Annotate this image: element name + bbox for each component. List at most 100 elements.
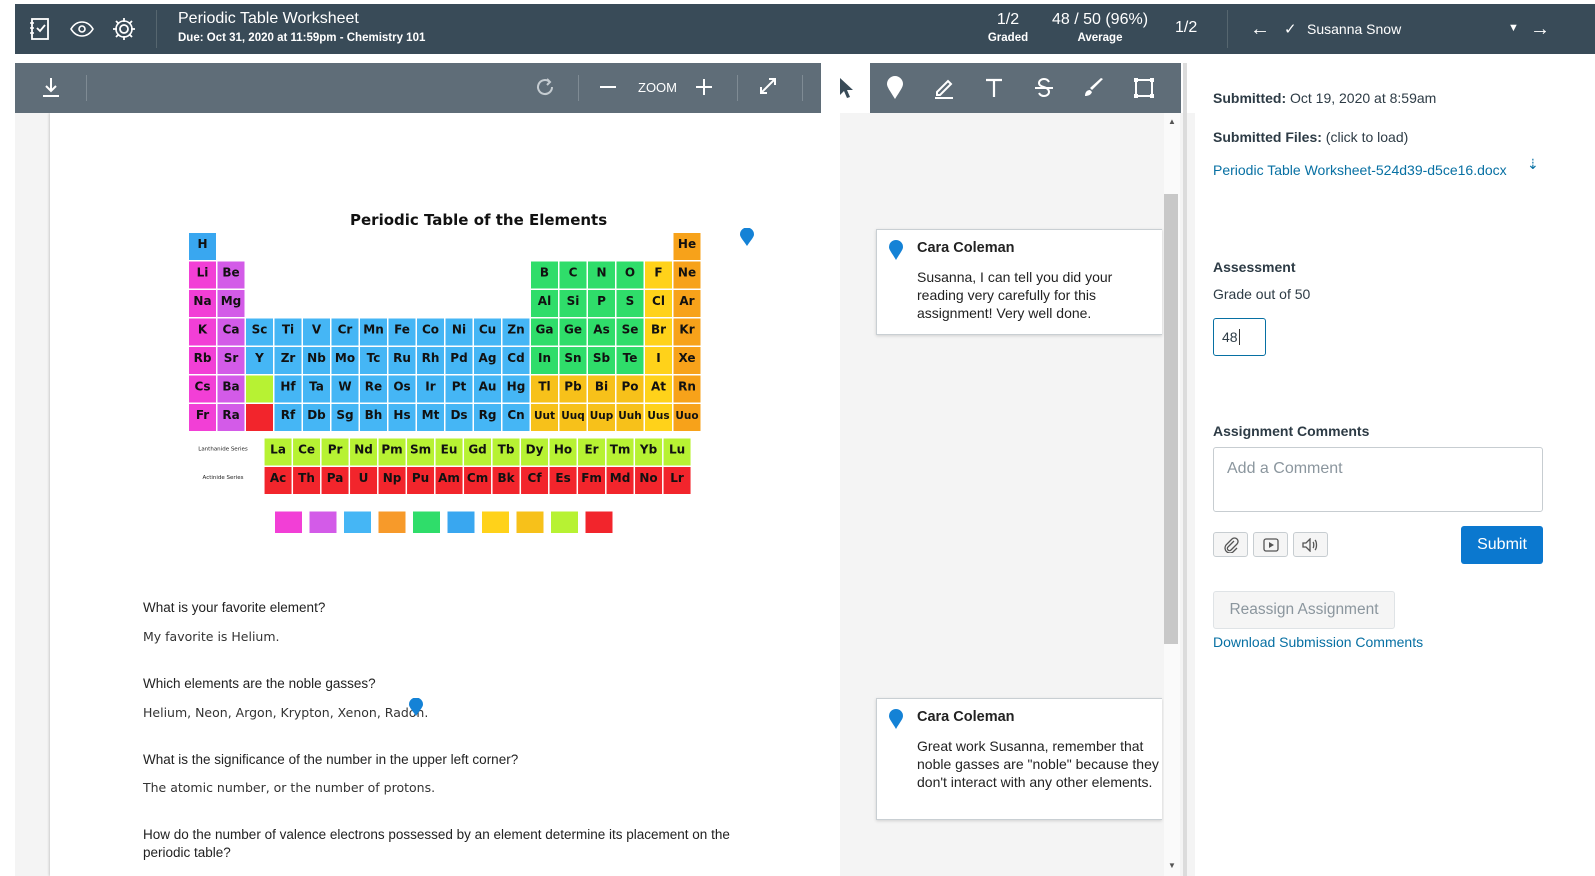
element-symbol: Sn xyxy=(564,351,581,365)
element-symbol: Pm xyxy=(381,443,402,457)
scrollbar-thumb[interactable] xyxy=(1164,194,1178,644)
periodic-table-image: H He Li Be B C N O F Ne Na Mg Al Si P S Cl Ar K Ca Sc Ti V Cr Mn… xyxy=(189,233,701,533)
element-cell: Uuh xyxy=(616,404,644,431)
element-symbol: B xyxy=(540,266,549,280)
zoom-label: ZOOM xyxy=(638,80,677,95)
element-cell: Ni xyxy=(445,318,473,346)
arrow-left-icon[interactable]: ← xyxy=(1250,18,1270,41)
element-cell: At xyxy=(645,375,672,403)
element-symbol: Mn xyxy=(363,323,383,337)
area-icon[interactable] xyxy=(1132,76,1156,100)
zoom-in-icon[interactable] xyxy=(696,79,712,95)
element-cell: In xyxy=(531,347,558,374)
element-symbol: Uus xyxy=(647,410,669,422)
highlight-icon[interactable] xyxy=(932,76,956,100)
download-icon[interactable]: ⇣ xyxy=(1527,156,1539,173)
gear-icon[interactable] xyxy=(111,16,137,42)
element-symbol: Sb xyxy=(593,351,611,365)
element-symbol: Ho xyxy=(554,443,572,457)
element-cell: Tm xyxy=(606,438,634,466)
element-cell: H xyxy=(189,233,216,260)
question-text: What is the significance of the number i… xyxy=(143,752,519,767)
element-symbol: Kr xyxy=(679,323,694,337)
element-cell: Cd xyxy=(502,347,530,374)
element-symbol: Li xyxy=(197,266,209,280)
element-symbol: Nd xyxy=(354,443,373,457)
eye-icon[interactable] xyxy=(69,16,95,42)
element-cell-placeholder xyxy=(246,375,273,403)
element-symbol: U xyxy=(359,471,369,485)
grading-panel: Submitted: Oct 19, 2020 at 8:59am Submit… xyxy=(1213,63,1593,876)
average-label: Average xyxy=(1077,32,1123,44)
comment-author: Cara Coleman xyxy=(917,709,1015,725)
grade-input[interactable]: 48 xyxy=(1213,318,1266,356)
element-cell: Rh xyxy=(417,347,444,374)
element-symbol: Uuq xyxy=(561,410,585,422)
chevron-down-icon[interactable]: ▼ xyxy=(1508,22,1519,34)
panel-resize-handle[interactable] xyxy=(1183,63,1187,876)
element-cell: Pt xyxy=(445,375,473,403)
topbar-divider xyxy=(156,10,157,48)
strikeout-icon[interactable] xyxy=(1032,76,1056,100)
annotation-pin-icon[interactable] xyxy=(740,227,754,246)
media-comment-button[interactable] xyxy=(1253,532,1288,557)
audio-comment-button[interactable] xyxy=(1293,532,1328,557)
element-symbol: Fe xyxy=(394,323,410,337)
freehand-icon[interactable] xyxy=(1082,76,1106,100)
element-cell: Cm xyxy=(464,467,492,494)
element-symbol: Ce xyxy=(298,443,315,457)
annotation-pin-icon[interactable] xyxy=(409,697,423,716)
series-label: Actinide Series xyxy=(203,475,244,481)
scroll-down-icon[interactable]: ▼ xyxy=(1168,861,1176,870)
toolbar-divider xyxy=(737,75,738,101)
submit-comment-button[interactable]: Submit xyxy=(1461,526,1543,564)
download-icon[interactable] xyxy=(41,76,61,98)
text-icon[interactable] xyxy=(982,76,1006,100)
zoom-out-icon[interactable] xyxy=(600,85,616,89)
element-symbol: Ta xyxy=(309,380,324,394)
element-symbol: S xyxy=(626,294,635,308)
legend-swatch xyxy=(585,511,613,533)
element-cell: Md xyxy=(606,467,634,494)
element-symbol: Hs xyxy=(393,408,410,422)
element-symbol: Ru xyxy=(393,351,411,365)
point-annotation-icon[interactable] xyxy=(883,76,907,100)
element-cell: C xyxy=(559,261,587,289)
submitted-files: Submitted Files: (click to load) xyxy=(1213,129,1408,145)
arrow-right-icon[interactable]: → xyxy=(1530,18,1550,41)
annotation-comment-card[interactable]: Cara Coleman Susanna, I can tell you did… xyxy=(876,229,1162,335)
reassign-assignment-button[interactable]: Reassign Assignment xyxy=(1213,591,1395,629)
element-symbol: Cm xyxy=(467,471,488,485)
student-name[interactable]: Susanna Snow xyxy=(1307,21,1401,37)
element-cell: Pr xyxy=(321,438,349,466)
graded-value: 1/2 xyxy=(996,11,1020,28)
element-symbol: Ge xyxy=(564,323,582,337)
element-symbol: Pd xyxy=(450,351,467,365)
element-symbol: Sr xyxy=(224,351,239,365)
element-symbol: Fr xyxy=(196,408,209,422)
rotate-icon[interactable] xyxy=(534,76,556,98)
comment-textarea[interactable]: Add a Comment xyxy=(1213,447,1543,512)
element-cell: Uuq xyxy=(559,404,587,431)
element-symbol: La xyxy=(270,443,286,457)
element-symbol: Cd xyxy=(507,351,524,365)
element-cell: K xyxy=(189,318,216,346)
annotation-pin-icon xyxy=(889,240,903,265)
cursor-icon[interactable] xyxy=(834,76,858,100)
element-symbol: Eu xyxy=(441,443,458,457)
annotation-comment-card[interactable]: Cara Coleman Great work Susanna, remembe… xyxy=(876,698,1162,820)
speedgrader-app: Periodic Table Worksheet Due: Oct 31, 20… xyxy=(15,4,1595,876)
fullscreen-icon[interactable] xyxy=(758,76,778,96)
scroll-up-icon[interactable]: ▲ xyxy=(1168,117,1176,126)
submitted-file-link[interactable]: Periodic Table Worksheet-524d39-d5ce16.d… xyxy=(1213,162,1507,178)
gradebook-icon[interactable] xyxy=(27,16,53,42)
element-symbol: O xyxy=(625,266,635,280)
element-cell: Na xyxy=(189,290,216,317)
download-submission-comments-link[interactable]: Download Submission Comments xyxy=(1213,634,1423,650)
document-viewer[interactable]: H He Li Be B C N O F Ne Na Mg Al Si P S Cl Ar K Ca Sc Ti V Cr Mn… xyxy=(15,113,840,876)
element-symbol: Cu xyxy=(479,323,496,337)
assignment-title[interactable]: Periodic Table Worksheet xyxy=(178,10,425,28)
element-cell: Ho xyxy=(549,438,577,466)
attach-file-button[interactable] xyxy=(1213,532,1248,557)
element-symbol: Sm xyxy=(410,443,431,457)
